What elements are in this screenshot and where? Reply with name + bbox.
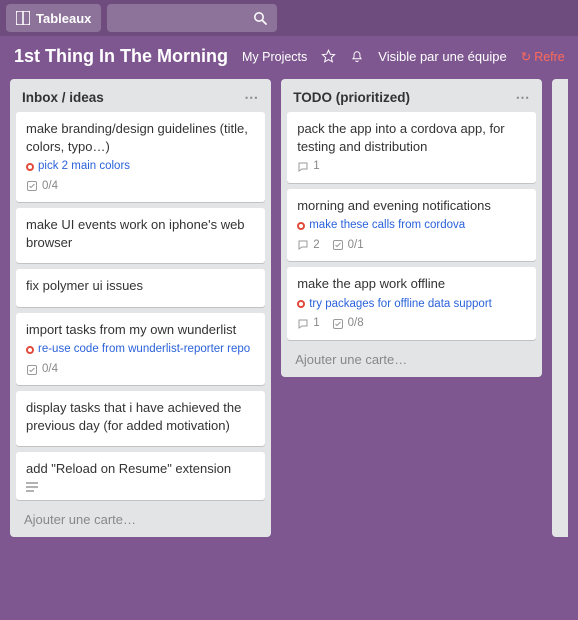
card-title: morning and evening notifications xyxy=(297,197,526,215)
list-todo: TODO (prioritized) ⋯ pack the app into a… xyxy=(281,79,542,377)
visibility-indicator[interactable]: Visible par une équipe xyxy=(378,49,506,64)
refresh-icon: ↻ xyxy=(521,50,531,64)
list-title[interactable]: Inbox / ideas xyxy=(22,90,104,105)
star-icon[interactable] xyxy=(321,49,336,65)
my-projects-link[interactable]: My Projects xyxy=(242,50,307,64)
comments-badge: 2 xyxy=(297,238,319,254)
add-card-button[interactable]: Ajouter une carte… xyxy=(287,346,536,369)
card-title: pack the app into a cordova app, for tes… xyxy=(297,120,526,155)
list-header: Inbox / ideas ⋯ xyxy=(16,85,265,112)
list-peek[interactable] xyxy=(552,79,568,537)
boards-label: Tableaux xyxy=(36,11,91,26)
comments-badge: 1 xyxy=(297,316,319,332)
list-menu-icon[interactable]: ⋯ xyxy=(515,89,530,106)
bell-icon[interactable] xyxy=(350,49,364,65)
card-title: make branding/design guidelines (title, … xyxy=(26,120,255,155)
card[interactable]: make UI events work on iphone's web brow… xyxy=(16,208,265,263)
card[interactable]: display tasks that i have achieved the p… xyxy=(16,391,265,446)
card-title: display tasks that i have achieved the p… xyxy=(26,399,255,434)
card[interactable]: pack the app into a cordova app, for tes… xyxy=(287,112,536,183)
search-input[interactable] xyxy=(107,4,277,32)
bullet-icon xyxy=(297,222,305,230)
list-menu-icon[interactable]: ⋯ xyxy=(244,89,259,106)
add-card-button[interactable]: Ajouter une carte… xyxy=(16,506,265,529)
card-title: fix polymer ui issues xyxy=(26,277,255,295)
card-badges: 1 xyxy=(297,159,526,175)
search-icon xyxy=(253,11,267,25)
card-badges: 0/4 xyxy=(26,362,255,378)
bullet-icon xyxy=(26,346,34,354)
list-inbox: Inbox / ideas ⋯ make branding/design gui… xyxy=(10,79,271,537)
card-subtask: try packages for offline data support xyxy=(297,297,526,313)
list-header: TODO (prioritized) ⋯ xyxy=(287,85,536,112)
card-badges: 0/4 xyxy=(26,179,255,195)
checklist-badge: 0/1 xyxy=(332,238,364,254)
board-canvas: Inbox / ideas ⋯ make branding/design gui… xyxy=(0,73,578,549)
refresh-button[interactable]: ↻Refre xyxy=(521,49,565,64)
board-title[interactable]: 1st Thing In The Morning xyxy=(14,46,228,67)
checklist-badge: 0/4 xyxy=(26,179,58,195)
card[interactable]: morning and evening notifications make t… xyxy=(287,189,536,262)
comments-badge: 1 xyxy=(297,159,319,175)
boards-button[interactable]: Tableaux xyxy=(6,4,101,32)
topbar: Tableaux xyxy=(0,0,578,36)
card-subtask: make these calls from cordova xyxy=(297,218,526,234)
card[interactable]: import tasks from my own wunderlist re-u… xyxy=(16,313,265,386)
card-title: import tasks from my own wunderlist xyxy=(26,321,255,339)
checklist-badge: 0/4 xyxy=(26,362,58,378)
checklist-badge: 0/8 xyxy=(332,316,364,332)
card-title: add "Reload on Resume" extension xyxy=(26,460,255,478)
visibility-label: Visible par une équipe xyxy=(378,49,506,64)
card[interactable]: make the app work offline try packages f… xyxy=(287,267,536,340)
card-subtask: pick 2 main colors xyxy=(26,159,255,175)
card[interactable]: make branding/design guidelines (title, … xyxy=(16,112,265,202)
card-title: make the app work offline xyxy=(297,275,526,293)
boards-icon xyxy=(16,11,30,25)
board-header: 1st Thing In The Morning My Projects Vis… xyxy=(0,36,578,73)
card[interactable]: add "Reload on Resume" extension xyxy=(16,452,265,500)
card-badges xyxy=(26,482,255,492)
card-badges: 2 0/1 xyxy=(297,238,526,254)
card-title: make UI events work on iphone's web brow… xyxy=(26,216,255,251)
description-icon xyxy=(26,482,38,492)
card[interactable]: fix polymer ui issues xyxy=(16,269,265,307)
card-subtask: re-use code from wunderlist-reporter rep… xyxy=(26,342,255,358)
card-badges: 1 0/8 xyxy=(297,316,526,332)
bullet-icon xyxy=(26,163,34,171)
bullet-icon xyxy=(297,300,305,308)
list-title[interactable]: TODO (prioritized) xyxy=(293,90,410,105)
